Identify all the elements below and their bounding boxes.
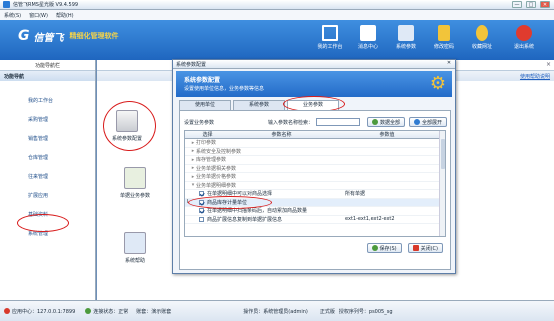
dialog-header-subtitle: 设置使用单位信息，业务参数等信息: [184, 86, 265, 92]
nav-item-purchase[interactable]: 采购管理: [0, 110, 95, 129]
col-param-name: 参数名称: [271, 132, 292, 138]
maximize-button[interactable]: □: [526, 1, 536, 8]
save-icon: [371, 245, 378, 251]
scrollbar-thumb[interactable]: [441, 139, 445, 169]
grid-group-row[interactable]: ▸ 打印参数: [185, 139, 445, 148]
nav-item-extensions[interactable]: 扩展应用: [0, 186, 95, 205]
status-bar: 应用中心：127.0.0.1:7899 连接状态：正常 账套：演示账套 操作员：…: [0, 300, 554, 321]
grid-group-row[interactable]: ▾ 业务单据明细参数: [185, 182, 445, 190]
tile-document-params[interactable]: 单据业务参数: [110, 167, 160, 199]
nav-item-sales[interactable]: 销售管理: [0, 129, 95, 148]
window-titlebar: 信管飞RMS星光版 V9.4.599 — □ ✕: [0, 0, 554, 10]
gear-icon: ⚙: [429, 73, 446, 94]
app-banner: G 信管飞 精细化管理软件 我的工作台 消息中心 系统参数 修改密码 收藏网址 …: [0, 20, 554, 60]
server-icon: [4, 308, 10, 314]
save-button[interactable]: 保存(S): [366, 243, 402, 253]
dialog-close-icon[interactable]: ✕: [445, 60, 453, 67]
param-checkbox[interactable]: [199, 216, 204, 222]
params-label: 设置业务参数: [184, 119, 215, 126]
params-toolbar: 设置业务参数 输入参数名称检索： 数据全部 全部展开: [184, 116, 448, 128]
minimize-button[interactable]: —: [512, 1, 522, 8]
grid-param-row[interactable]: 商品扩展信息复制到单据扩展信息 ext1-ext1,ext2-ext2: [185, 216, 445, 224]
close-tab-icon[interactable]: ×: [546, 61, 551, 68]
toolbar-password-button[interactable]: 修改密码: [426, 23, 462, 57]
close-dialog-button[interactable]: 关闭(C): [407, 243, 443, 253]
document-icon: [124, 167, 146, 189]
app-icon: [3, 1, 10, 8]
menu-window[interactable]: 窗口(W): [29, 12, 48, 19]
tab-unit[interactable]: 使用单位: [179, 100, 231, 110]
params-grid: 选择 参数名称 参数值 ▸ 打印参数 ▸ 系统安全及控制参数 ▸ 库存管理参数 ▸ 业务…: [184, 130, 446, 237]
app-center-status: 应用中心：127.0.0.1:7899: [4, 308, 75, 315]
serial-status: 授权序列号：ps005_sg: [338, 308, 393, 315]
check-icon: [85, 308, 92, 314]
dialog-titlebar: 系统参数配置 ✕: [173, 60, 455, 69]
dialog-title: 系统参数配置: [176, 61, 207, 68]
collapse-all-button[interactable]: 数据全部: [367, 117, 406, 127]
account-status: 账套：演示账套: [136, 308, 172, 315]
param-checkbox[interactable]: [199, 208, 204, 214]
brand-tagline: 精细化管理软件: [69, 32, 119, 40]
grid-scrollbar[interactable]: [439, 131, 445, 236]
settings-icon: [398, 25, 414, 41]
param-checkbox[interactable]: [199, 191, 204, 197]
exit-icon: [516, 25, 532, 41]
nav-panel-tab[interactable]: 功能导航栏: [0, 60, 95, 71]
left-nav-panel: 功能导航栏 功能导航 我的工作台 采购管理 销售管理 仓库管理 往来管理 扩展应…: [0, 60, 96, 300]
desktop-icon: [322, 25, 338, 41]
close-icon: [412, 245, 419, 251]
annotation-circle-row: [188, 196, 272, 209]
expand-all-button[interactable]: 全部展开: [409, 117, 448, 127]
menu-system[interactable]: 系统(S): [4, 12, 21, 19]
grid-group-row[interactable]: ▸ 系统安全及控制参数: [185, 148, 445, 156]
nav-panel-title: 功能导航: [0, 71, 95, 81]
tile-system-help[interactable]: 系统帮助: [110, 232, 160, 264]
connection-status: 连接状态：正常: [85, 308, 128, 315]
window-title: 信管飞RMS星光版 V9.4.599: [13, 2, 79, 8]
tab-system-params[interactable]: 系统参数: [233, 100, 285, 110]
dialog-buttons: 保存(S) 关闭(C): [366, 243, 443, 253]
expand-icon: [414, 119, 421, 125]
nav-item-workbench[interactable]: 我的工作台: [0, 91, 95, 110]
system-config-dialog: 系统参数配置 ✕ 系统参数配置 设置使用单位信息，业务参数等信息 ⚙ 使用单位 …: [172, 59, 456, 274]
operator-status: 操作员：系统管理员(admin): [243, 308, 308, 315]
user-icon: [476, 25, 488, 41]
message-icon: [360, 25, 376, 41]
collapse-icon: [372, 119, 379, 125]
annotation-circle-tile: [103, 101, 156, 151]
help-book-icon: [124, 232, 146, 254]
grid-group-row[interactable]: ▸ 业务单据价格参数: [185, 173, 445, 182]
close-window-button[interactable]: ✕: [540, 1, 550, 8]
toolbar-workbench-button[interactable]: 我的工作台: [312, 23, 348, 57]
toolbar-messages-button[interactable]: 消息中心: [350, 23, 386, 57]
app-logo: G 信管飞 精细化管理软件: [18, 28, 119, 44]
logo-mark: G: [18, 28, 30, 44]
search-label: 输入参数名称检索：: [268, 119, 314, 126]
annotation-circle-nav: [17, 214, 69, 232]
menu-bar: 系统(S) 窗口(W) 帮助(H): [0, 10, 554, 20]
col-select: 选择: [202, 132, 213, 138]
lock-icon: [438, 25, 450, 41]
nav-item-accounts[interactable]: 往来管理: [0, 167, 95, 186]
help-link[interactable]: 使用帮助说明: [520, 73, 550, 80]
menu-help[interactable]: 帮助(H): [56, 12, 74, 19]
toolbar-exit-button[interactable]: 退出系统: [506, 23, 542, 57]
edition-status: 正式版: [319, 308, 335, 315]
grid-group-row[interactable]: ▸ 库存管理参数: [185, 156, 445, 165]
param-search-input[interactable]: [316, 118, 361, 126]
toolbar-settings-button[interactable]: 系统参数: [388, 23, 424, 57]
grid-header: 选择 参数名称 参数值: [185, 131, 445, 139]
brand-name: 信管飞: [33, 32, 64, 44]
nav-item-warehouse[interactable]: 仓库管理: [0, 148, 95, 167]
grid-group-row[interactable]: ▸ 业务单据相关参数: [185, 165, 445, 173]
dialog-header-title: 系统参数配置: [184, 77, 221, 84]
col-param-value: 参数值: [379, 132, 395, 138]
toolbar-favorites-button[interactable]: 收藏网址: [464, 23, 500, 57]
dialog-header: 系统参数配置 设置使用单位信息，业务参数等信息 ⚙: [176, 71, 452, 97]
grid-body: ▸ 打印参数 ▸ 系统安全及控制参数 ▸ 库存管理参数 ▸ 业务单据相关参数 ▸ 业务单据…: [185, 139, 445, 224]
